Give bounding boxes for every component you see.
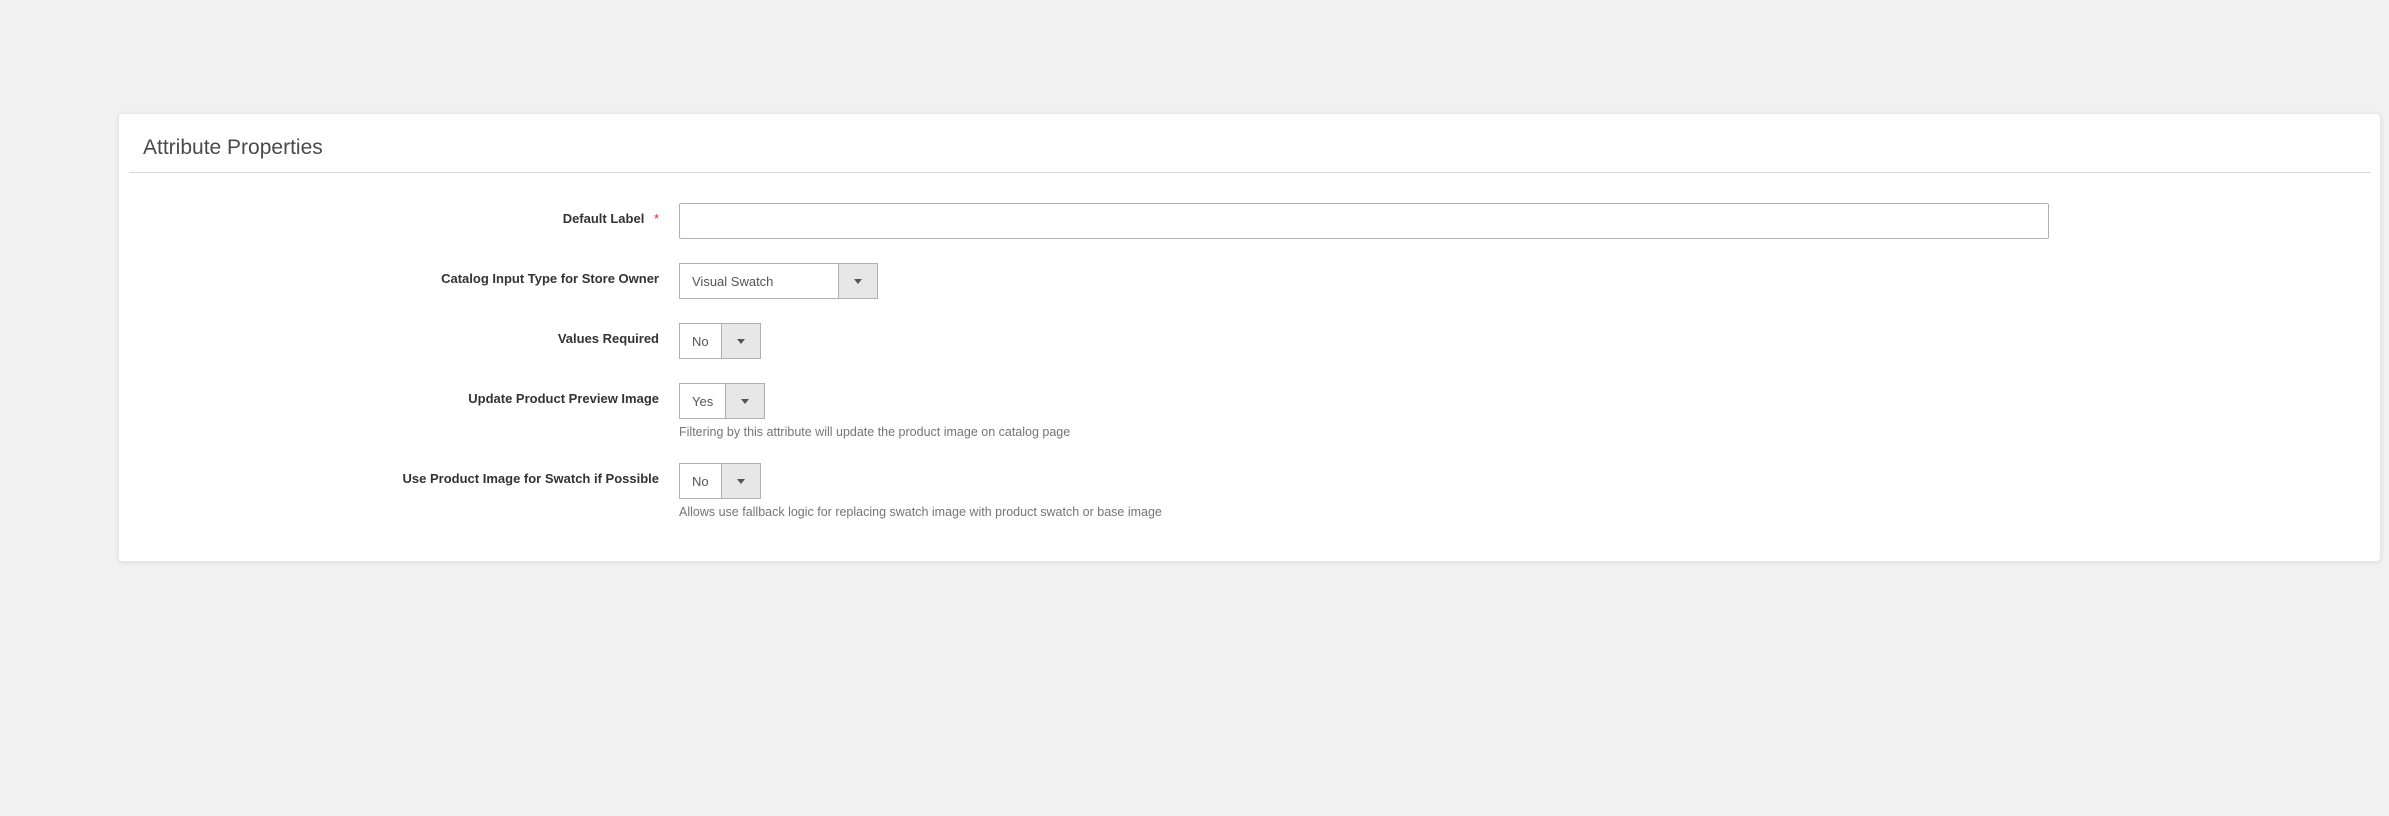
select-value: Yes	[679, 383, 726, 419]
update-preview-select[interactable]: Yes	[679, 383, 765, 419]
row-default-label: Default Label *	[119, 191, 2380, 251]
row-values-required: Values Required No	[119, 311, 2380, 371]
attribute-properties-panel: Attribute Properties Default Label * Cat…	[118, 113, 2381, 562]
label-update-preview: Update Product Preview Image	[119, 383, 679, 406]
chevron-down-icon[interactable]	[722, 323, 761, 359]
label-values-required: Values Required	[119, 323, 679, 346]
chevron-down-icon[interactable]	[839, 263, 878, 299]
values-required-select[interactable]: No	[679, 323, 761, 359]
select-value: Visual Swatch	[679, 263, 839, 299]
chevron-down-icon[interactable]	[726, 383, 765, 419]
chevron-down-icon[interactable]	[722, 463, 761, 499]
catalog-input-type-select[interactable]: Visual Swatch	[679, 263, 878, 299]
row-catalog-input-type: Catalog Input Type for Store Owner Visua…	[119, 251, 2380, 311]
required-asterisk: *	[654, 211, 659, 226]
help-text-use-product-image: Allows use fallback logic for replacing …	[679, 505, 1162, 519]
section-title: Attribute Properties	[129, 114, 2370, 173]
row-use-product-image: Use Product Image for Swatch if Possible…	[119, 451, 2380, 531]
label-catalog-input-type: Catalog Input Type for Store Owner	[119, 263, 679, 286]
default-label-input[interactable]	[679, 203, 2049, 239]
label-use-product-image: Use Product Image for Swatch if Possible	[119, 463, 679, 486]
label-text: Use Product Image for Swatch if Possible	[403, 471, 659, 486]
select-value: No	[679, 463, 722, 499]
label-text: Catalog Input Type for Store Owner	[441, 271, 659, 286]
label-text: Default Label	[563, 211, 645, 226]
row-update-preview: Update Product Preview Image Yes Filteri…	[119, 371, 2380, 451]
label-default-label: Default Label *	[119, 203, 679, 226]
select-value: No	[679, 323, 722, 359]
use-product-image-select[interactable]: No	[679, 463, 761, 499]
label-text: Values Required	[558, 331, 659, 346]
label-text: Update Product Preview Image	[468, 391, 659, 406]
help-text-update-preview: Filtering by this attribute will update …	[679, 425, 1070, 439]
